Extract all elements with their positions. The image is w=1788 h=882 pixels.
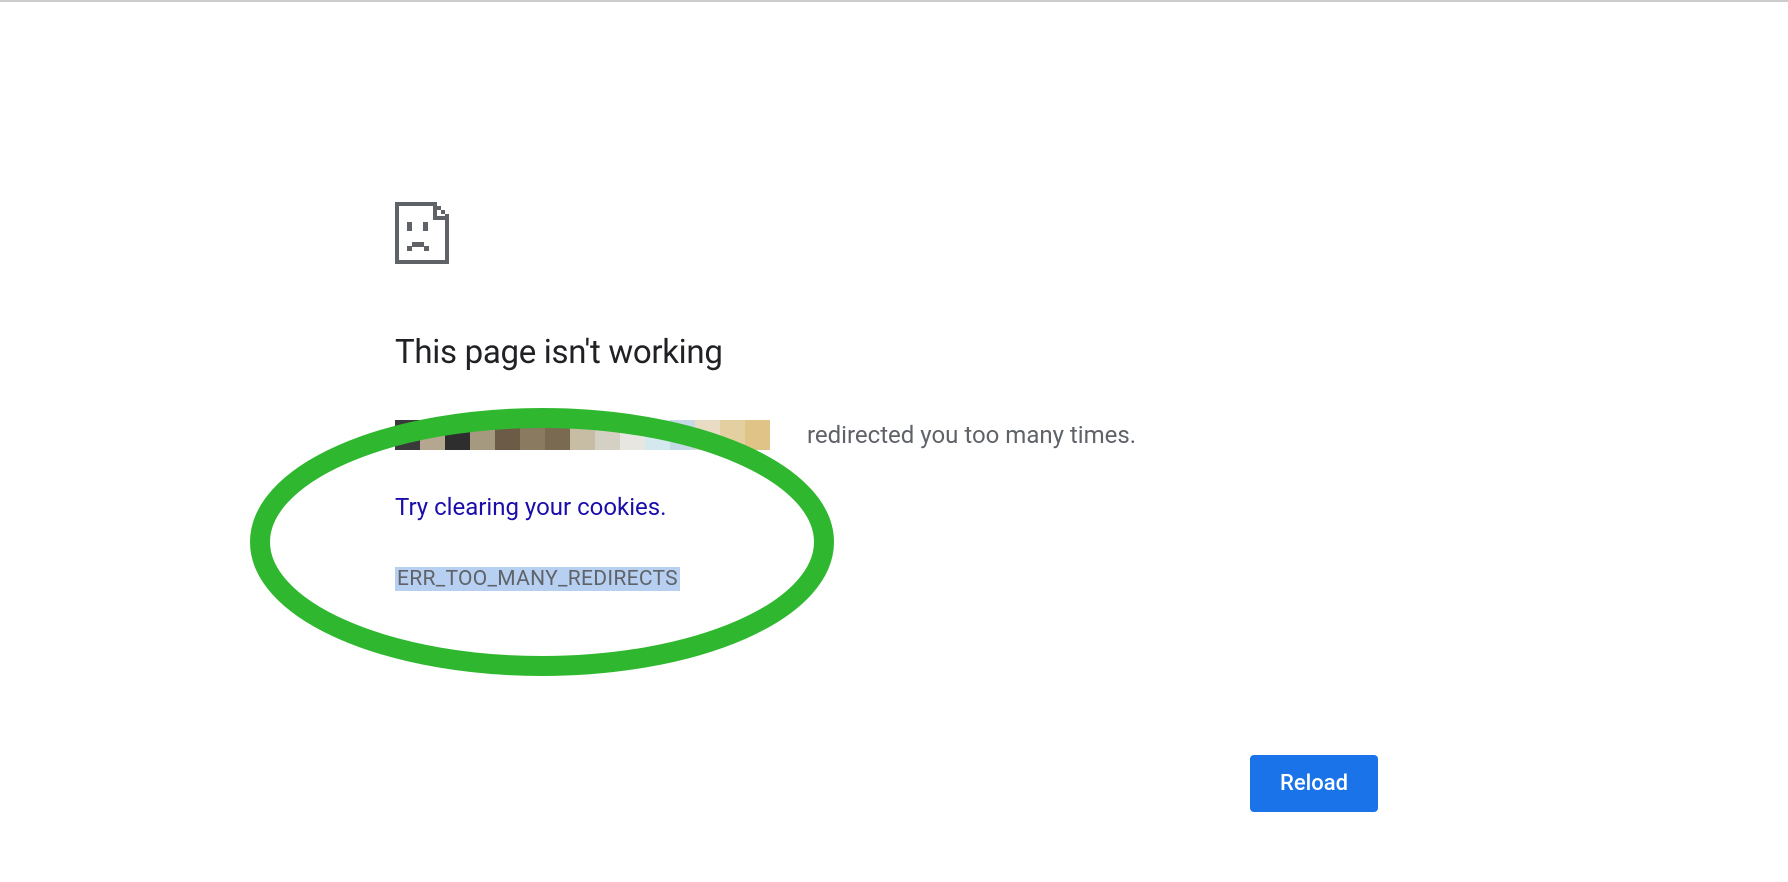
pixel-block — [770, 420, 795, 450]
pixel-block — [420, 420, 445, 450]
suggestion-row: Try clearing your cookies. — [395, 493, 1395, 561]
pixel-block — [695, 420, 720, 450]
pixel-block — [470, 420, 495, 450]
error-code: ERR_TOO_MANY_REDIRECTS — [395, 567, 680, 591]
pixel-block — [670, 420, 695, 450]
pixel-block — [545, 420, 570, 450]
redacted-domain — [395, 420, 795, 450]
sad-file-icon — [395, 202, 1395, 268]
error-message: redirected you too many times. — [395, 417, 1395, 453]
pixel-block — [445, 420, 470, 450]
pixel-block — [745, 420, 770, 450]
pixel-block — [620, 420, 645, 450]
suggestion-period: . — [660, 493, 666, 521]
clear-cookies-link[interactable]: Try clearing your cookies — [395, 493, 660, 521]
pixel-block — [570, 420, 595, 450]
pixel-block — [720, 420, 745, 450]
pixel-block — [645, 420, 670, 450]
error-message-text: redirected you too many times. — [807, 417, 1136, 453]
pixel-block — [395, 420, 420, 450]
pixel-block — [520, 420, 545, 450]
error-container: This page isn't working redirected you t… — [395, 202, 1395, 591]
error-title: This page isn't working — [395, 333, 1395, 372]
reload-button[interactable]: Reload — [1250, 755, 1378, 812]
pixel-block — [595, 420, 620, 450]
pixel-block — [495, 420, 520, 450]
